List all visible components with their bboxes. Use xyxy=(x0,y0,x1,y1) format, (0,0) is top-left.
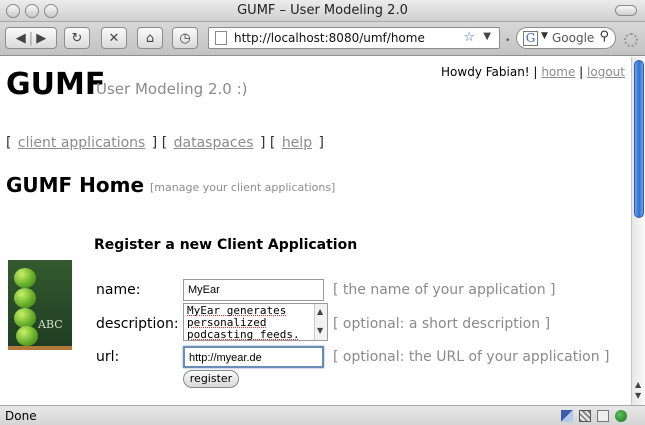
page-scrollbar[interactable]: ▲ ▼ xyxy=(631,57,645,405)
star-icon[interactable]: ☆ xyxy=(463,30,475,45)
addon-icon[interactable] xyxy=(561,410,573,422)
status-bar: Done xyxy=(0,405,645,425)
divider-icon: • xyxy=(505,36,511,46)
nav-help-link[interactable]: help xyxy=(282,135,312,151)
description-label: description: xyxy=(96,316,179,332)
back-forward-button[interactable]: ◀ | ▶ xyxy=(5,27,57,49)
user-bar: Howdy Fabian! | home | logout xyxy=(441,65,625,79)
history-dropdown-icon[interactable]: ▼ xyxy=(483,31,491,42)
url-text[interactable]: http://localhost:8080/umf/home xyxy=(234,31,425,45)
url-label: url: xyxy=(96,349,120,365)
reload-icon: ↻ xyxy=(71,30,83,46)
page-title-sub: [manage your client applications] xyxy=(150,181,336,194)
nav-bracket: [ xyxy=(6,135,12,151)
forward-icon[interactable]: ▶ xyxy=(36,31,46,46)
nav-bracket: ] xyxy=(318,135,324,151)
register-button[interactable]: register xyxy=(183,370,239,388)
url-hint: [ optional: the URL of your application … xyxy=(333,349,610,365)
mail-icon[interactable] xyxy=(597,410,609,422)
search-input[interactable]: Google xyxy=(552,31,594,45)
name-field[interactable]: MyEar xyxy=(183,279,324,301)
activity-spinner-icon xyxy=(624,33,638,47)
nav-bracket: ] [ xyxy=(259,135,276,151)
page-icon xyxy=(215,31,227,45)
home-icon: ⌂ xyxy=(145,30,155,46)
description-hint: [ optional: a short description ] xyxy=(333,316,551,332)
description-field[interactable]: MyEar generates personalized podcasting … xyxy=(183,303,328,341)
page-title: GUMF Home xyxy=(6,173,145,197)
scroll-down-icon[interactable]: ▼ xyxy=(317,326,323,335)
name-hint: [ the name of your application ] xyxy=(333,282,556,298)
greeting-text: Howdy Fabian! | xyxy=(441,65,538,79)
scroll-down-icon[interactable]: ▼ xyxy=(635,391,641,400)
stop-button[interactable]: ✕ xyxy=(101,27,127,49)
site-subtitle: User Modeling 2.0 :) xyxy=(96,80,248,98)
scrollbar-thumb[interactable] xyxy=(634,60,644,218)
search-bar[interactable]: G ▼ Google ⚲ xyxy=(516,27,616,49)
url-field[interactable]: http://myear.de xyxy=(183,346,324,368)
name-label: name: xyxy=(96,282,141,298)
stopwatch-icon: ◷ xyxy=(179,30,191,46)
home-button[interactable]: ⌂ xyxy=(137,27,163,49)
description-scrollbar[interactable]: ▲ ▼ xyxy=(314,304,327,340)
back-icon[interactable]: ◀ xyxy=(16,31,26,46)
status-text: Done xyxy=(5,409,37,423)
nav-client-applications-link[interactable]: client applications xyxy=(18,135,145,151)
apples-image: ABC xyxy=(8,260,72,350)
globe-icon[interactable] xyxy=(615,410,627,422)
stopwatch-button[interactable]: ◷ xyxy=(172,27,198,49)
stop-icon: ✕ xyxy=(108,30,120,46)
form-title: Register a new Client Application xyxy=(94,237,358,253)
window-title: GUMF – User Modeling 2.0 xyxy=(237,3,408,18)
site-logo: GUMF xyxy=(6,67,106,102)
scroll-up-icon[interactable]: ▲ xyxy=(317,307,323,316)
address-bar[interactable]: http://localhost:8080/umf/home ☆ ▼ xyxy=(208,27,500,49)
home-link[interactable]: home xyxy=(541,65,575,79)
nav-dataspaces-link[interactable]: dataspaces xyxy=(174,135,254,151)
userbar-separator: | xyxy=(579,65,584,79)
nav-bracket: ] [ xyxy=(151,135,168,151)
reload-button[interactable]: ↻ xyxy=(64,27,90,49)
search-icon[interactable]: ⚲ xyxy=(599,29,609,44)
main-nav: [ client applications ] [ dataspaces ] [… xyxy=(6,135,324,151)
toolbar-toggle-button[interactable] xyxy=(615,5,637,16)
description-text[interactable]: MyEar generates personalized podcasting … xyxy=(187,305,311,341)
chalkboard-text: ABC xyxy=(38,318,63,331)
page-content: GUMF User Modeling 2.0 :) Howdy Fabian! … xyxy=(0,57,631,405)
browser-toolbar: ◀ | ▶ ↻ ✕ ⌂ ◷ http://localhost:8080/umf/… xyxy=(0,22,645,56)
grid-icon[interactable] xyxy=(579,410,591,422)
engine-dropdown-icon[interactable]: ▼ xyxy=(541,31,548,41)
google-engine-icon[interactable]: G xyxy=(523,31,538,46)
logout-link[interactable]: logout xyxy=(587,65,625,79)
window-titlebar: GUMF – User Modeling 2.0 xyxy=(0,0,645,22)
scroll-up-icon[interactable]: ▲ xyxy=(635,380,641,389)
